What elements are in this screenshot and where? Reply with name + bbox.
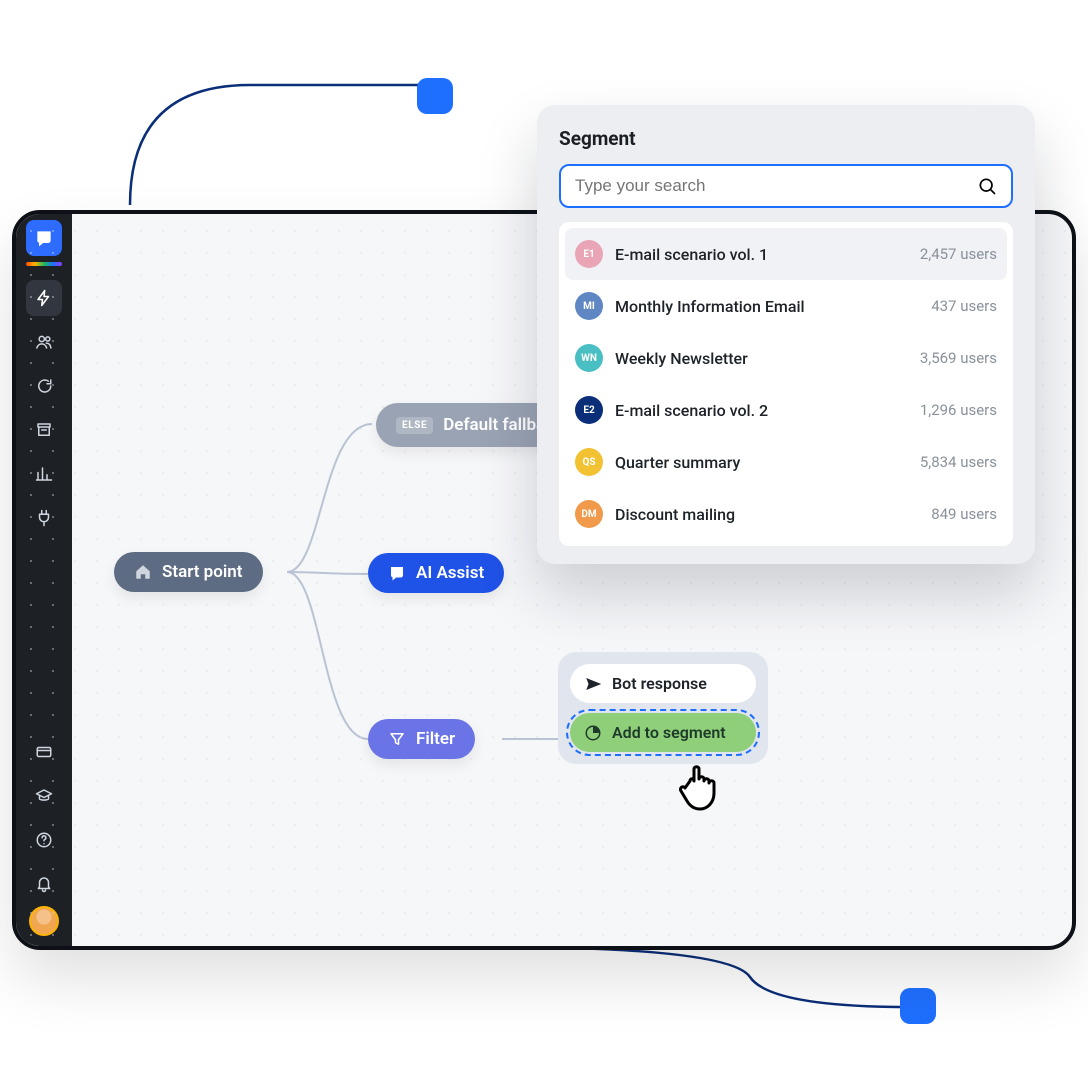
decorative-connector-top bbox=[130, 85, 430, 205]
action-bot-response[interactable]: Bot response bbox=[570, 664, 756, 703]
sidebar-item-bolt[interactable] bbox=[26, 280, 62, 316]
connectors bbox=[72, 214, 372, 364]
chart-icon bbox=[35, 465, 53, 483]
add-to-segment-label: Add to segment bbox=[612, 723, 726, 742]
segment-row[interactable]: WN Weekly Newsletter 3,569 users bbox=[565, 332, 1007, 384]
help-icon bbox=[35, 831, 53, 849]
segment-count: 5,834 users bbox=[920, 453, 997, 471]
search-input[interactable] bbox=[575, 176, 977, 196]
segment-count: 2,457 users bbox=[920, 245, 997, 263]
segment-row[interactable]: QS Quarter summary 5,834 users bbox=[565, 436, 1007, 488]
sidebar-item-billing[interactable] bbox=[26, 734, 62, 770]
node-ai-label: AI Assist bbox=[416, 563, 484, 583]
decorative-dot-bottom bbox=[900, 988, 936, 1024]
node-ai-assist[interactable]: AI Assist bbox=[368, 553, 504, 593]
send-icon bbox=[584, 675, 602, 693]
segment-name: E-mail scenario vol. 1 bbox=[615, 245, 908, 264]
plug-icon bbox=[35, 509, 53, 527]
segment-count: 437 users bbox=[931, 297, 997, 315]
segment-row[interactable]: E1 E-mail scenario vol. 1 2,457 users bbox=[565, 228, 1007, 280]
segment-badge: QS bbox=[575, 448, 603, 476]
grad-icon bbox=[35, 787, 53, 805]
bell-icon bbox=[35, 875, 53, 893]
segment-row[interactable]: E2 E-mail scenario vol. 2 1,296 users bbox=[565, 384, 1007, 436]
decorative-connector-bottom bbox=[490, 947, 920, 1037]
sidebar-item-chart[interactable] bbox=[26, 456, 62, 492]
sidebar-item-users[interactable] bbox=[26, 324, 62, 360]
sidebar-item-notifications[interactable] bbox=[26, 866, 62, 902]
node-start-label: Start point bbox=[162, 562, 243, 582]
segment-badge: WN bbox=[575, 344, 603, 372]
else-tag: ELSE bbox=[396, 417, 433, 434]
filter-actions-popover: Bot response Add to segment bbox=[558, 652, 768, 764]
segment-badge: E1 bbox=[575, 240, 603, 268]
segment-row[interactable]: MI Monthly Information Email 437 users bbox=[565, 280, 1007, 332]
segment-count: 1,296 users bbox=[920, 401, 997, 419]
archive-icon bbox=[35, 421, 53, 439]
segment-badge: E2 bbox=[575, 396, 603, 424]
sidebar-item-archive[interactable] bbox=[26, 412, 62, 448]
cursor-hand-icon bbox=[670, 751, 734, 819]
chat-bubble-icon bbox=[388, 564, 406, 582]
sidebar-item-help[interactable] bbox=[26, 822, 62, 858]
sidebar-item-chat[interactable] bbox=[26, 368, 62, 404]
segment-name: Weekly Newsletter bbox=[615, 349, 908, 368]
app-logo[interactable] bbox=[26, 220, 62, 256]
segment-list: E1 E-mail scenario vol. 1 2,457 users MI Mon… bbox=[559, 222, 1013, 546]
bolt-icon bbox=[35, 289, 53, 307]
sidebar-item-integrations[interactable] bbox=[26, 500, 62, 536]
segment-name: Quarter summary bbox=[615, 453, 908, 472]
bot-response-label: Bot response bbox=[612, 674, 707, 693]
decorative-dot-top bbox=[417, 78, 453, 114]
segment-name: Monthly Information Email bbox=[615, 297, 919, 316]
segment-count: 3,569 users bbox=[920, 349, 997, 367]
sidebar bbox=[16, 214, 72, 946]
filter-icon bbox=[388, 730, 406, 748]
segment-panel: Segment E1 E-mail scenario vol. 1 2,457 us… bbox=[537, 105, 1035, 564]
users-icon bbox=[35, 333, 53, 351]
card-icon bbox=[35, 743, 53, 761]
search-icon bbox=[977, 176, 997, 196]
segment-row[interactable]: DM Discount mailing 849 users bbox=[565, 488, 1007, 540]
node-filter-label: Filter bbox=[416, 729, 455, 749]
home-icon bbox=[134, 563, 152, 581]
segment-badge: MI bbox=[575, 292, 603, 320]
segment-count: 849 users bbox=[931, 505, 997, 523]
node-start[interactable]: Start point bbox=[114, 552, 263, 592]
segment-badge: DM bbox=[575, 500, 603, 528]
action-add-to-segment[interactable]: Add to segment bbox=[570, 713, 756, 752]
sidebar-item-learn[interactable] bbox=[26, 778, 62, 814]
segment-title: Segment bbox=[559, 127, 1013, 150]
pie-icon bbox=[584, 724, 602, 742]
brand-stripe bbox=[26, 262, 62, 266]
avatar[interactable] bbox=[29, 906, 59, 936]
chat-icon bbox=[35, 377, 53, 395]
segment-name: E-mail scenario vol. 2 bbox=[615, 401, 908, 420]
node-filter[interactable]: Filter bbox=[368, 719, 475, 759]
segment-search[interactable] bbox=[559, 164, 1013, 208]
segment-name: Discount mailing bbox=[615, 505, 919, 524]
